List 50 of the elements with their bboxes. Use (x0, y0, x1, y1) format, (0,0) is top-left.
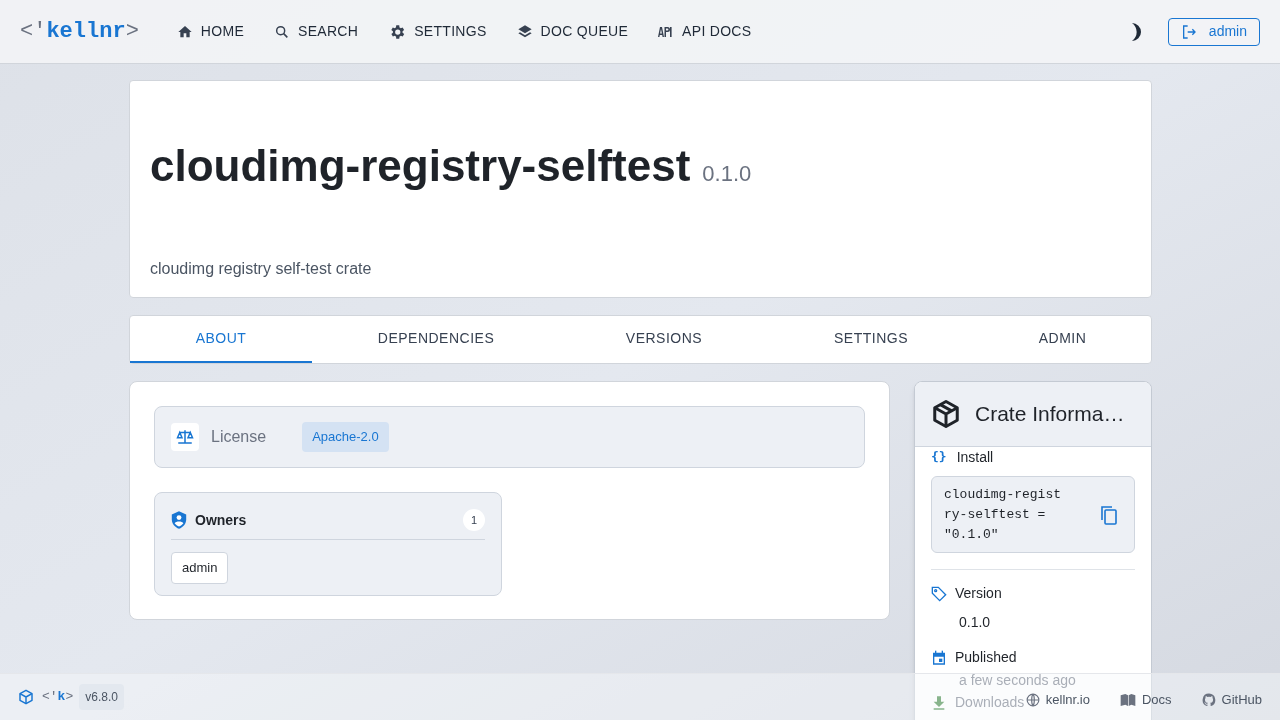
crate-description: cloudimg registry self-test crate (150, 259, 373, 279)
tab[interactable]: ADMIN (974, 316, 1151, 363)
api-icon (658, 26, 675, 37)
book-icon (1119, 693, 1136, 707)
downloads-label: Downloads (955, 693, 1025, 712)
home-icon (176, 23, 193, 40)
tab[interactable]: VERSIONS (560, 316, 768, 363)
tab[interactable]: DEPENDENCIES (312, 316, 560, 363)
footer-link[interactable]: kellnr.io (1025, 693, 1090, 707)
tab[interactable]: SETTINGS (768, 316, 974, 363)
version-badge: v6.8.0 (79, 684, 124, 710)
kellnr-logo[interactable]: <'kellnr> (20, 15, 139, 48)
logout-button[interactable]: admin (1167, 17, 1260, 46)
tab[interactable]: ABOUT (130, 316, 312, 363)
calendar-icon (931, 649, 947, 666)
download-icon (931, 694, 947, 711)
install-snippet: cloudimg-registry-selftest = "0.1.0" (944, 485, 1063, 544)
crate-info-title: Crate Informa… (975, 401, 1125, 428)
layers-icon (516, 23, 533, 40)
package-icon (18, 689, 34, 705)
footer-link[interactable]: GitHub (1201, 693, 1262, 707)
owners-count: 1 (463, 509, 485, 531)
owner-chip[interactable]: admin (171, 552, 229, 584)
license-tag: Apache-2.0 (302, 422, 389, 452)
owners-title: Owners (195, 510, 247, 530)
tag-icon (931, 585, 947, 602)
version-value: 0.1.0 (959, 613, 992, 632)
install-label: Install (956, 447, 994, 467)
published-value: a few seconds ago (959, 672, 1076, 688)
scale-icon (176, 429, 194, 445)
footer-link[interactable]: Docs (1119, 693, 1172, 707)
nav-link[interactable]: SEARCH (262, 13, 371, 50)
search-icon (274, 23, 291, 40)
footer-logo: <'k> (42, 688, 74, 707)
logout-icon (1180, 23, 1197, 40)
nav-link[interactable]: DOC QUEUE (504, 13, 641, 50)
crate-name: cloudimg-registry-selftest (150, 140, 691, 192)
nav-link[interactable]: API DOCS (646, 13, 764, 50)
nav-link[interactable]: SETTINGS (376, 13, 499, 50)
globe-icon (1025, 693, 1040, 707)
crate-version: 0.1.0 (702, 160, 752, 188)
braces-icon: {} (931, 447, 947, 467)
nav-link[interactable]: HOME (164, 13, 257, 50)
copy-icon[interactable] (1100, 504, 1118, 525)
version-label: Version (955, 584, 1002, 603)
shield-user-icon (171, 511, 187, 529)
license-label: License (211, 427, 267, 447)
github-icon (1201, 693, 1216, 707)
package-icon (931, 399, 961, 429)
published-label: Published (955, 648, 1017, 667)
